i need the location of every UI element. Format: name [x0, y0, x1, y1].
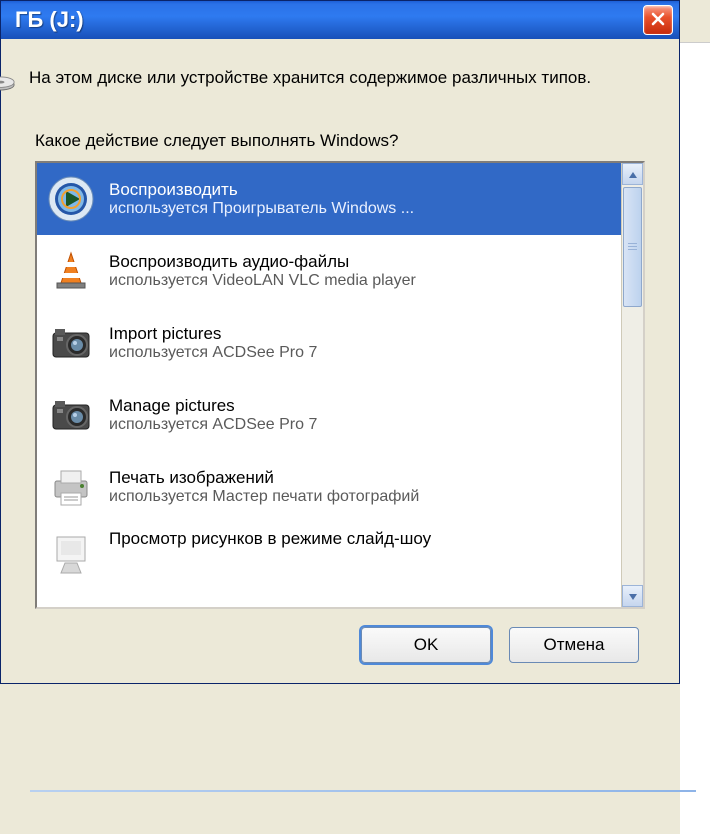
background-panel	[680, 42, 710, 834]
action-subtitle: используется ACDSee Pro 7	[109, 344, 611, 362]
intro-text: На этом диске или устройстве хранится со…	[29, 67, 591, 90]
action-title: Воспроизводить	[109, 180, 611, 200]
autoplay-dialog: ГБ (J:) На этом диске или устройстве хра…	[0, 0, 680, 684]
action-item[interactable]: Manage picturesиспользуется ACDSee Pro 7	[37, 379, 621, 451]
action-title: Import pictures	[109, 324, 611, 344]
action-texts: Воспроизводитьиспользуется Проигрыватель…	[109, 180, 611, 218]
action-title: Печать изображений	[109, 468, 611, 488]
action-subtitle: используется ACDSee Pro 7	[109, 416, 611, 434]
cancel-button[interactable]: Отмена	[509, 627, 639, 663]
chevron-down-icon	[628, 589, 638, 604]
close-button[interactable]	[643, 5, 673, 35]
action-texts: Просмотр рисунков в режиме слайд-шоу	[109, 529, 611, 549]
action-texts: Печать изображенийиспользуется Мастер пе…	[109, 468, 611, 506]
action-item[interactable]: Воспроизводить аудио-файлыиспользуется V…	[37, 235, 621, 307]
action-title: Manage pictures	[109, 396, 611, 416]
scroll-up-button[interactable]	[622, 163, 643, 185]
chevron-up-icon	[628, 167, 638, 182]
action-subtitle: используется Проигрыватель Windows ...	[109, 200, 611, 218]
action-item[interactable]: Печать изображенийиспользуется Мастер пе…	[37, 451, 621, 523]
titlebar[interactable]: ГБ (J:)	[1, 1, 679, 39]
close-icon	[650, 11, 666, 30]
background-divider	[30, 790, 696, 792]
window-title: ГБ (J:)	[15, 7, 84, 33]
scroll-track[interactable]	[622, 185, 643, 585]
action-item[interactable]: Просмотр рисунков в режиме слайд-шоу	[37, 523, 621, 563]
action-texts: Manage picturesиспользуется ACDSee Pro 7	[109, 396, 611, 434]
action-item[interactable]: Import picturesиспользуется ACDSee Pro 7	[37, 307, 621, 379]
button-row: OK Отмена	[35, 627, 645, 663]
wmp-icon	[47, 175, 95, 223]
action-texts: Воспроизводить аудио-файлыиспользуется V…	[109, 252, 611, 290]
printer-icon	[47, 463, 95, 511]
ok-button[interactable]: OK	[361, 627, 491, 663]
prompt-text: Какое действие следует выполнять Windows…	[35, 131, 645, 151]
scroll-thumb[interactable]	[623, 187, 642, 307]
dialog-body: На этом диске или устройстве хранится со…	[1, 39, 679, 683]
camera-icon	[47, 391, 95, 439]
action-item[interactable]: Воспроизводитьиспользуется Проигрыватель…	[37, 163, 621, 235]
action-subtitle: используется VideoLAN VLC media player	[109, 272, 611, 290]
action-texts: Import picturesиспользуется ACDSee Pro 7	[109, 324, 611, 362]
scrollbar[interactable]	[621, 163, 643, 607]
action-title: Просмотр рисунков в режиме слайд-шоу	[109, 529, 611, 549]
drive-icon	[0, 69, 15, 95]
action-subtitle: используется Мастер печати фотографий	[109, 488, 611, 506]
action-list: Воспроизводитьиспользуется Проигрыватель…	[35, 161, 645, 609]
action-title: Воспроизводить аудио-файлы	[109, 252, 611, 272]
scroll-down-button[interactable]	[622, 585, 643, 607]
screen-icon	[47, 529, 95, 577]
vlc-icon	[47, 247, 95, 295]
camera-icon	[47, 319, 95, 367]
